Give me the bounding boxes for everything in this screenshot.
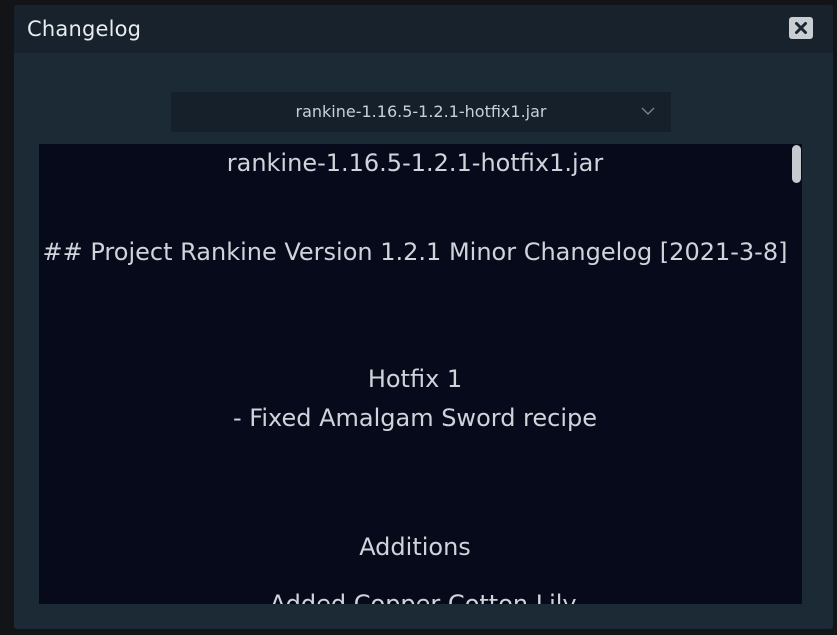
close-button[interactable] bbox=[789, 17, 813, 39]
changelog-dialog: Changelog rankine-1.16.5-1.2.1-hotfix1.j… bbox=[14, 5, 833, 629]
changelog-filename: rankine-1.16.5-1.2.1-hotfix1.jar bbox=[226, 149, 604, 177]
changelog-hotfix-heading: Hotfix 1 bbox=[367, 365, 463, 393]
scrollbar-thumb[interactable] bbox=[792, 145, 801, 183]
changelog-additions-heading: Additions bbox=[359, 533, 471, 561]
dialog-titlebar: Changelog bbox=[14, 5, 833, 53]
changelog-hotfix-item: - Fixed Amalgam Sword recipe bbox=[232, 404, 598, 432]
dialog-title: Changelog bbox=[27, 17, 142, 41]
chevron-down-icon bbox=[641, 107, 655, 115]
close-icon bbox=[795, 22, 807, 34]
changelog-additions-item: - Added Copper Cotton Lily bbox=[253, 590, 577, 604]
file-select-value: rankine-1.16.5-1.2.1-hotfix1.jar bbox=[295, 102, 547, 121]
file-select[interactable]: rankine-1.16.5-1.2.1-hotfix1.jar bbox=[171, 92, 671, 132]
changelog-heading: ## Project Rankine Version 1.2.1 Minor C… bbox=[42, 238, 788, 266]
changelog-content[interactable]: rankine-1.16.5-1.2.1-hotfix1.jar ## Proj… bbox=[39, 144, 802, 604]
